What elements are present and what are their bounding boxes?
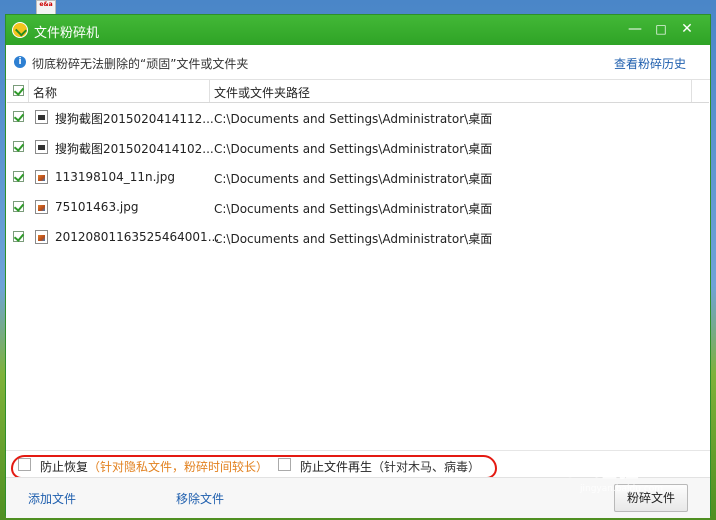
info-bar: i 彻底粉碎无法删除的“顽固”文件或文件夹 查看粉碎历史: [6, 45, 710, 80]
remove-file-link[interactable]: 移除文件: [176, 490, 224, 507]
info-text: 彻底粉碎无法删除的“顽固”文件或文件夹: [32, 57, 249, 71]
file-path: C:\Documents and Settings\Administrator\…: [214, 112, 493, 126]
file-path: C:\Documents and Settings\Administrator\…: [214, 142, 493, 156]
image-icon: [35, 230, 48, 244]
prevent-regen-note: （针对木马、病毒）: [372, 460, 481, 474]
document-icon: [35, 110, 48, 124]
row-checkbox[interactable]: [13, 111, 24, 122]
table-row[interactable]: 20120801163525464001... C:\Documents and…: [7, 222, 709, 252]
column-divider[interactable]: [209, 80, 210, 102]
file-name: 113198104_11n.jpg: [55, 170, 175, 184]
info-icon: i: [14, 56, 26, 68]
file-name: 20120801163525464001...: [55, 230, 220, 244]
document-icon: [35, 140, 48, 154]
file-table: 名称 文件或文件夹路径 搜狗截图2015020414112... C:\Docu…: [7, 80, 709, 464]
column-header-name[interactable]: 名称: [33, 84, 57, 101]
baidu-watermark: Bai 经验: [548, 458, 639, 483]
column-divider[interactable]: [691, 80, 692, 102]
file-shredder-window: 文件粉碎机 — □ ✕ i 彻底粉碎无法删除的“顽固”文件或文件夹 查看粉碎历史…: [5, 14, 711, 518]
app-logo-icon: [12, 22, 28, 38]
minimize-button[interactable]: —: [624, 19, 646, 39]
table-row[interactable]: 搜狗截图2015020414102... C:\Documents and Se…: [7, 132, 709, 162]
watermark-url: jingyan.baidu.com: [580, 484, 664, 494]
table-row[interactable]: 113198104_11n.jpg C:\Documents and Setti…: [7, 162, 709, 192]
image-icon: [35, 200, 48, 214]
view-history-link[interactable]: 查看粉碎历史: [614, 55, 686, 72]
window-title: 文件粉碎机: [34, 26, 100, 41]
file-name: 75101463.jpg: [55, 200, 139, 214]
column-divider[interactable]: [28, 80, 29, 102]
file-path: C:\Documents and Settings\Administrator\…: [214, 202, 493, 216]
prevent-recovery-label[interactable]: 防止恢复（针对隐私文件，粉碎时间较长）: [40, 458, 268, 475]
prevent-recovery-checkbox[interactable]: [18, 458, 31, 471]
column-header-path[interactable]: 文件或文件夹路径: [214, 84, 310, 101]
row-checkbox[interactable]: [13, 171, 24, 182]
image-icon: [35, 170, 48, 184]
row-checkbox[interactable]: [13, 141, 24, 152]
add-file-link[interactable]: 添加文件: [28, 490, 76, 507]
prevent-recovery-note: （针对隐私文件，粉碎时间较长）: [88, 460, 269, 474]
maximize-button[interactable]: □: [650, 19, 672, 39]
close-button[interactable]: ✕: [676, 19, 698, 39]
file-name: 搜狗截图2015020414112...: [55, 112, 214, 126]
table-row[interactable]: 搜狗截图2015020414112... C:\Documents and Se…: [7, 102, 709, 132]
row-checkbox[interactable]: [13, 231, 24, 242]
prevent-regen-checkbox[interactable]: [278, 458, 291, 471]
file-name: 搜狗截图2015020414102...: [55, 142, 214, 156]
file-path: C:\Documents and Settings\Administrator\…: [214, 232, 493, 246]
prevent-regen-label[interactable]: 防止文件再生（针对木马、病毒）: [300, 458, 480, 475]
file-path: C:\Documents and Settings\Administrator\…: [214, 172, 493, 186]
title-bar[interactable]: 文件粉碎机 — □ ✕: [6, 15, 710, 45]
table-header: 名称 文件或文件夹路径: [7, 80, 709, 103]
select-all-checkbox[interactable]: [13, 85, 24, 96]
prevent-recovery-text: 防止恢复: [40, 460, 89, 474]
table-row[interactable]: 75101463.jpg C:\Documents and Settings\A…: [7, 192, 709, 222]
prevent-regen-text: 防止文件再生: [300, 460, 373, 474]
row-checkbox[interactable]: [13, 201, 24, 212]
